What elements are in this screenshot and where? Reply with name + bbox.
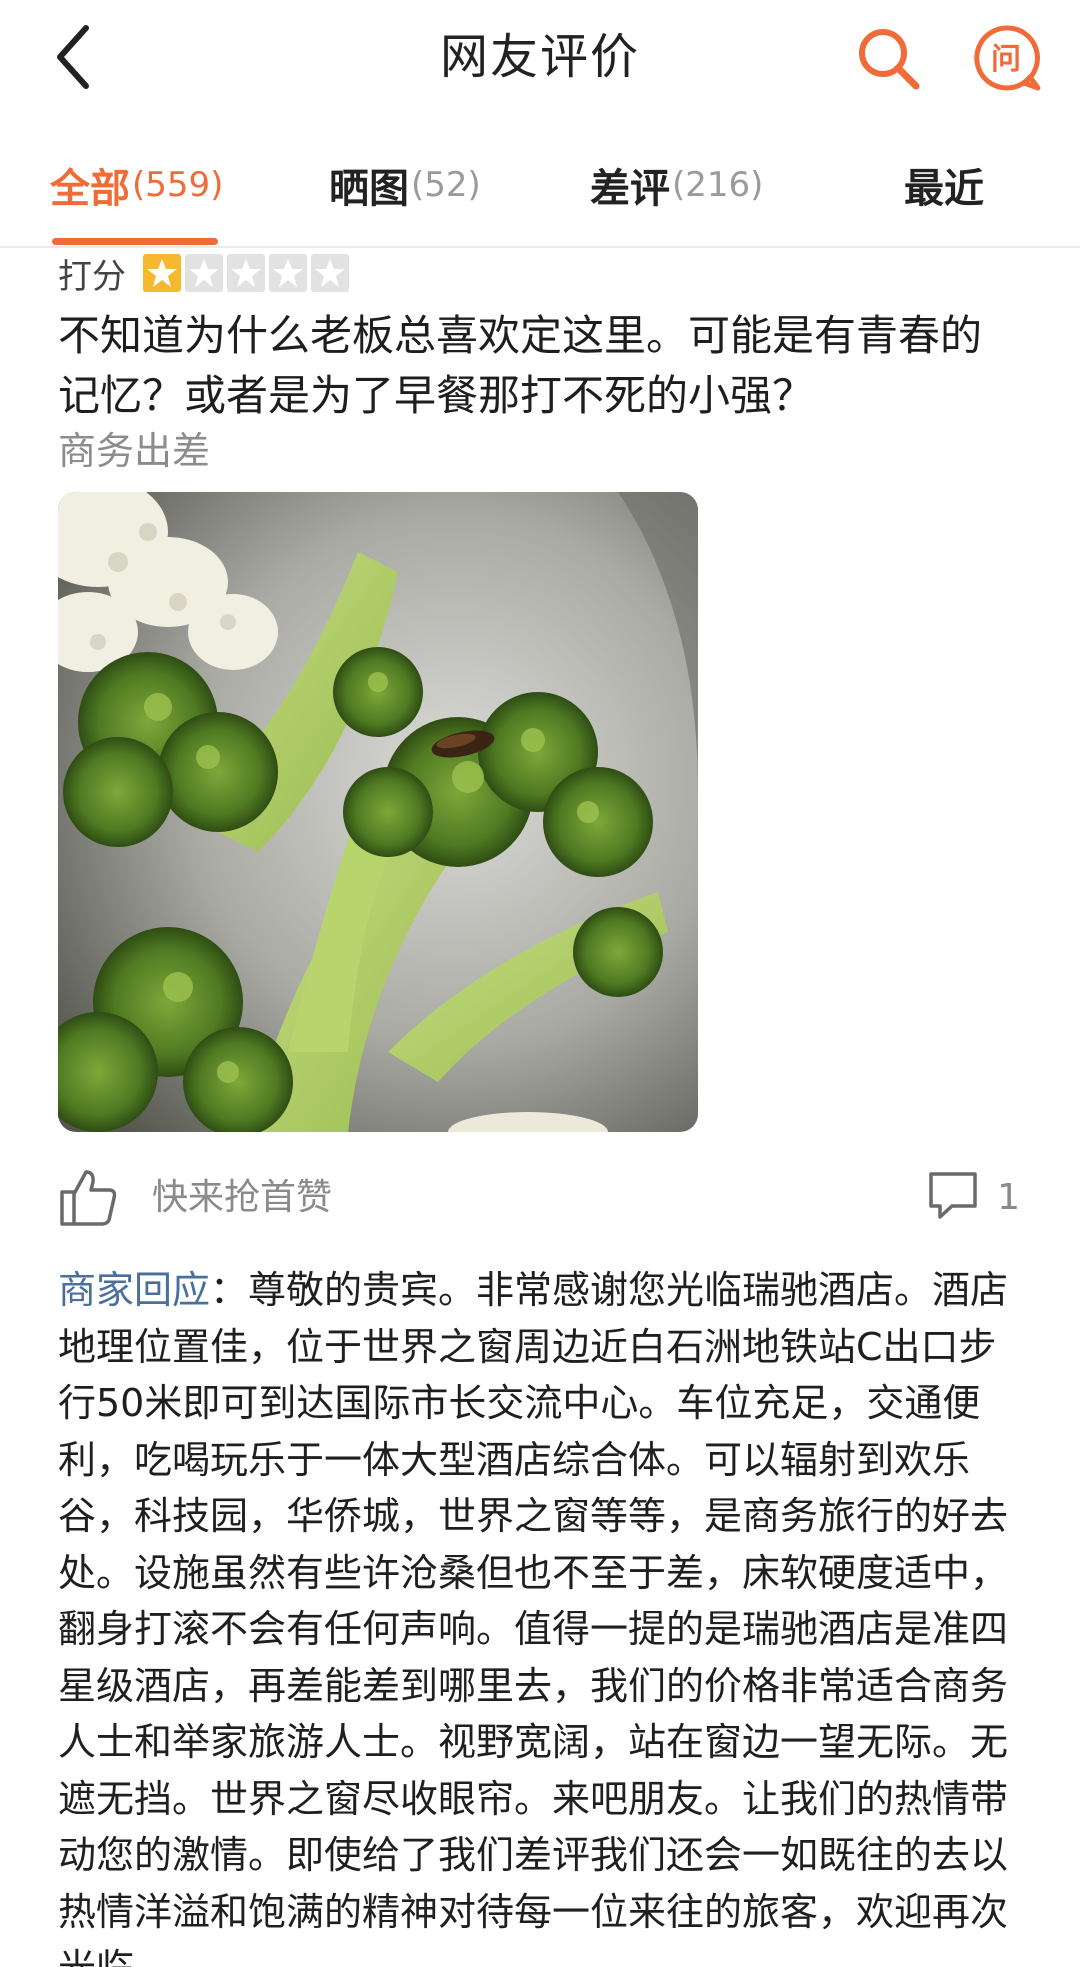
tab-negative[interactable]: 差评 (216) (590, 140, 763, 230)
rating-label: 打分 (58, 256, 126, 297)
merchant-reply-label: 商家回应 (58, 1268, 211, 1312)
star-empty-icon (185, 254, 223, 292)
merchant-reply: 商家回应：尊敬的贵宾。非常感谢您光临瑞驰酒店。酒店地理位置佳，位于世界之窗周边近… (58, 1262, 1020, 1967)
star-empty-icon (227, 254, 265, 292)
tab-recent[interactable]: 最近 (904, 140, 984, 230)
tab-count: (52) (411, 165, 481, 205)
merchant-reply-text: ：尊敬的贵宾。非常感谢您光临瑞驰酒店。酒店地理位置佳，位于世界之窗周边近白石洲地… (58, 1268, 1009, 1967)
comment-count: 1 (997, 1177, 1020, 1218)
tab-label: 晒图 (329, 166, 409, 212)
review-actions: 快来抢首赞 1 (58, 1160, 1020, 1236)
review-text: 不知道为什么老板总喜欢定这里。可能是有青春的记忆？或者是为了早餐那打不死的小强？ (58, 311, 983, 420)
trip-type-tag: 商务出差 (58, 429, 211, 473)
ask-glyph: 问 (991, 42, 1021, 77)
star-empty-icon (269, 254, 307, 292)
top-bar: 网友评价 问 (0, 0, 1080, 118)
tab-label: 最近 (904, 166, 984, 212)
tab-all[interactable]: 全部 (559) (50, 140, 223, 230)
ask-question-icon[interactable]: 问 (968, 20, 1044, 96)
tab-count: (559) (132, 165, 224, 205)
rating-row: 打分 (58, 248, 352, 298)
search-icon[interactable] (850, 20, 926, 96)
star-rating (142, 253, 352, 293)
tab-count: (216) (672, 165, 764, 205)
active-tab-indicator (52, 238, 218, 245)
star-empty-icon (311, 254, 349, 292)
star-filled-icon (143, 254, 181, 292)
broccoli-photo-image (58, 492, 698, 1132)
tab-label: 全部 (50, 166, 130, 212)
review-page: 网友评价 问 全部 (559) 晒图 (52) 差评 (216) 最近 打分 不… (0, 0, 1080, 1967)
thumbs-up-icon[interactable] (58, 1166, 120, 1228)
like-prompt[interactable]: 快来抢首赞 (152, 1174, 332, 1222)
review-tabs: 全部 (559) 晒图 (52) 差评 (216) 最近 (0, 140, 1080, 246)
review-photo[interactable] (58, 492, 698, 1132)
tab-photos[interactable]: 晒图 (52) (329, 140, 481, 230)
comment-icon[interactable] (926, 1168, 980, 1222)
tab-label: 差评 (590, 166, 670, 212)
